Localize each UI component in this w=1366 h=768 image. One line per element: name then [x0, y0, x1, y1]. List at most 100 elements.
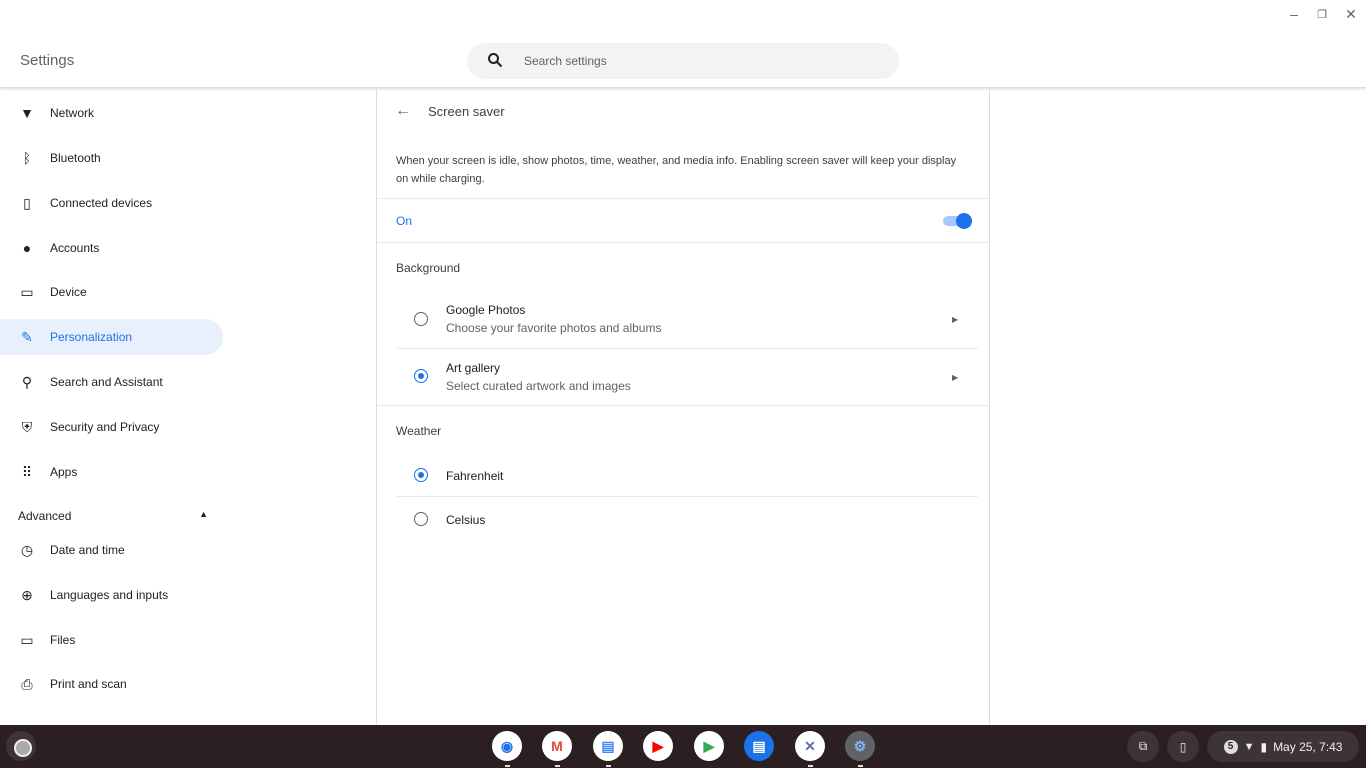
divider [377, 198, 989, 199]
running-indicator [555, 765, 560, 767]
back-arrow-icon[interactable]: ← [395, 102, 411, 120]
globe-icon: ⊕ [21, 586, 33, 603]
screen-saver-toggle[interactable] [943, 213, 972, 229]
app-title: Settings [20, 52, 75, 69]
sidebar-item-label: Files [50, 633, 76, 647]
shelf-app-gmail[interactable]: M [542, 731, 572, 761]
sidebar-item-languages-and-inputs[interactable]: ⊕ Languages and inputs [0, 577, 223, 613]
minimize-button[interactable]: – [1284, 6, 1304, 22]
shelf-app-chrome[interactable]: ◉ [492, 731, 522, 761]
sidebar-item-files[interactable]: ▭ Files [0, 622, 223, 658]
toggle-label: On [396, 214, 413, 228]
youtube-icon: ▶ [652, 737, 664, 754]
brush-icon: ✎ [21, 328, 33, 345]
wifi-icon: ▼ [20, 105, 34, 121]
shelf-app-settings[interactable]: ⚙ [845, 731, 875, 761]
option-sublabel: Select curated artwork and images [446, 379, 631, 393]
docs-icon: ▤ [601, 737, 615, 754]
sidebar-item-personalization[interactable]: ✎ Personalization [0, 319, 223, 355]
sidebar-item-print-and-scan[interactable]: ⎙ Print and scan [0, 666, 223, 702]
running-indicator [505, 765, 510, 767]
sidebar-item-search-and-assistant[interactable]: ⚲ Search and Assistant [0, 364, 223, 400]
restore-button[interactable]: ❐ [1312, 8, 1332, 21]
close-button[interactable]: ✕ [1341, 6, 1361, 23]
launcher-button[interactable] [6, 731, 36, 761]
shelf-app-docs[interactable]: ▤ [593, 731, 623, 761]
shield-icon: ⛨ [21, 418, 33, 435]
apps-grid-icon: ⠿ [21, 463, 33, 480]
shelf-app-youtube[interactable]: ▶ [643, 731, 673, 761]
phone-hub-button[interactable]: ▯ [1167, 731, 1199, 762]
arrow-right-icon[interactable]: ▶ [952, 373, 958, 382]
sidebar-item-device[interactable]: ▭ Device [0, 274, 223, 310]
wifi-icon: ▼ [1243, 740, 1255, 753]
running-indicator [858, 765, 863, 767]
shelf-app-cursive[interactable]: ✕ [795, 731, 825, 761]
option-label: Art gallery [446, 361, 501, 375]
weather-heading: Weather [396, 424, 442, 438]
search-icon: ⚲ [21, 373, 33, 390]
sidebar-item-label: Security and Privacy [50, 420, 160, 434]
sidebar-item-label: Device [50, 285, 87, 299]
sidebar-item-connected-devices[interactable]: ▯ Connected devices [0, 185, 223, 221]
clock-icon: ◷ [20, 541, 34, 558]
divider [396, 496, 978, 497]
date-time: May 25, 7:43 [1273, 739, 1343, 754]
running-indicator [808, 765, 813, 767]
sidebar-item-apps[interactable]: ⠿ Apps [0, 454, 223, 490]
running-indicator [606, 765, 611, 767]
advanced-section-toggle[interactable]: Advanced ▲ [18, 509, 208, 523]
sidebar-item-label: Bluetooth [50, 151, 101, 165]
sidebar-item-bluetooth[interactable]: ᛒ Bluetooth [0, 140, 223, 176]
sidebar-item-security-and-privacy[interactable]: ⛨ Security and Privacy [0, 409, 223, 445]
search-input[interactable]: Search settings [467, 43, 899, 79]
divider [396, 348, 978, 349]
status-tray[interactable]: 5 ▼ ▮ May 25, 7:43 [1207, 731, 1359, 762]
title-bar: – ❐ ✕ Settings Search settings [0, 0, 1366, 88]
tote-button[interactable]: ⧉ [1127, 731, 1159, 762]
shelf-app-messages[interactable]: ▤ [744, 731, 774, 761]
caret-up-icon: ▲ [199, 509, 208, 519]
messages-icon: ▤ [752, 737, 766, 754]
art-gallery-radio[interactable] [414, 369, 428, 383]
divider [377, 405, 989, 406]
sidebar-item-label: Print and scan [50, 677, 127, 691]
battery-icon: ▮ [1260, 739, 1268, 754]
sidebar-item-label: Apps [50, 465, 78, 479]
search-icon [488, 53, 503, 68]
chrome-icon: ◉ [500, 737, 514, 754]
laptop-icon: ▭ [20, 283, 34, 300]
page-title: Screen saver [428, 104, 505, 119]
cursive-icon: ✕ [804, 737, 816, 754]
phone-icon: ▯ [23, 194, 31, 211]
person-icon: ● [22, 240, 32, 256]
sidebar-item-accounts[interactable]: ● Accounts [0, 230, 223, 266]
sidebar-item-label: Search and Assistant [50, 375, 163, 389]
play-store-icon: ▶ [703, 737, 715, 754]
sidebar-item-label: Languages and inputs [50, 588, 169, 602]
phone-icon: ▯ [1179, 739, 1187, 754]
sidebar-item-label: Accounts [50, 241, 100, 255]
shelf-app-play-store[interactable]: ▶ [694, 731, 724, 761]
gmail-icon: M [551, 738, 563, 754]
search-placeholder: Search settings [524, 54, 607, 68]
printer-icon: ⎙ [21, 675, 33, 692]
tote-icon: ⧉ [1138, 739, 1148, 753]
option-sublabel: Choose your favorite photos and albums [446, 321, 662, 335]
arrow-right-icon[interactable]: ▶ [952, 315, 958, 324]
divider [377, 242, 989, 243]
folder-icon: ▭ [20, 631, 34, 648]
sidebar: ▼ Network ᛒ Bluetooth ▯ Connected devices ● Acc… [0, 89, 376, 725]
google-photos-radio[interactable] [414, 312, 428, 326]
celsius-radio[interactable] [414, 512, 428, 526]
sidebar-item-network[interactable]: ▼ Network [0, 95, 223, 131]
celsius-label[interactable]: Celsius [446, 513, 485, 527]
background-heading: Background [396, 261, 461, 275]
sidebar-item-date-and-time[interactable]: ◷ Date and time [0, 532, 223, 568]
screen-saver-panel: ← Screen saver When your screen is idle,… [376, 89, 990, 725]
fahrenheit-radio[interactable] [414, 468, 428, 482]
shelf: ⧉ ▯ 5 ▼ ▮ May 25, 7:43 ◉ M ▤ ▶ ▶ ▤ ✕ ⚙ [0, 725, 1366, 768]
bluetooth-icon: ᛒ [22, 150, 32, 166]
fahrenheit-label[interactable]: Fahrenheit [446, 469, 503, 483]
notification-count-badge: 5 [1223, 739, 1238, 754]
